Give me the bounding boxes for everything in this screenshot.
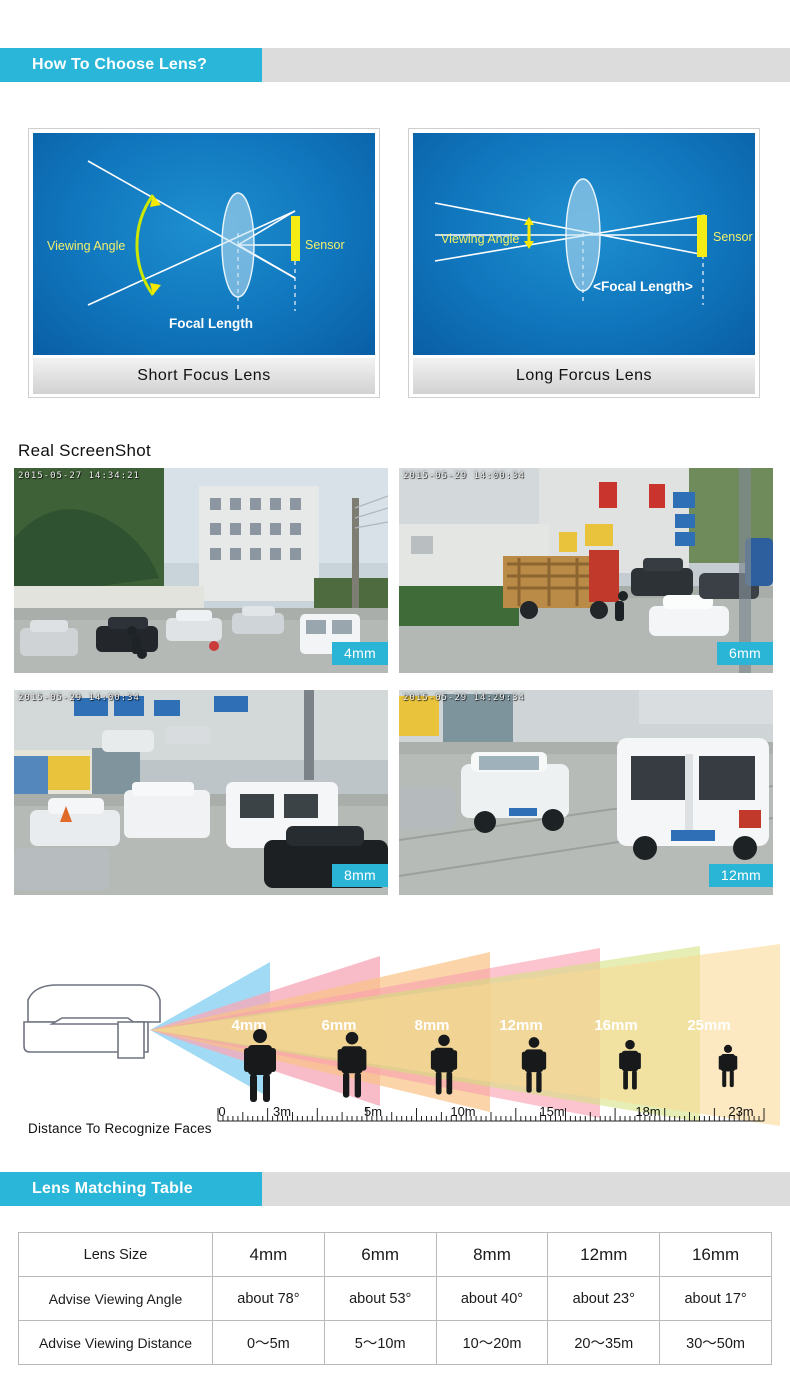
screenshot-thumb-12mm[interactable]: 2015-05-29 14:29:34 12mm (399, 690, 773, 895)
lens-diagram-row: Viewing Angle Sensor Focal Length Short … (0, 128, 790, 398)
lens-matching-table: Lens Size 4mm 6mm 8mm 12mm 16mm Advise V… (18, 1232, 772, 1365)
svg-text:10m: 10m (450, 1104, 475, 1119)
section-banner-choose-lens: How To Choose Lens? (0, 48, 790, 82)
table-cell: about 40° (435, 1276, 549, 1321)
svg-text:23m: 23m (728, 1104, 753, 1119)
table-cell: 20～35m (547, 1320, 661, 1365)
svg-text:18m: 18m (635, 1104, 660, 1119)
table-header-12mm: 12mm (547, 1232, 661, 1277)
coverage-label-8mm: 8mm (414, 1017, 449, 1034)
coverage-label-25mm: 25mm (687, 1017, 730, 1034)
screenshot-lens-badge-8mm: 8mm (331, 864, 388, 887)
table-header-lens-size: Lens Size (18, 1232, 213, 1277)
table-cell: 5～10m (323, 1320, 437, 1365)
diagram-short-focus-canvas: Viewing Angle Sensor Focal Length (33, 133, 375, 355)
table-cell: about 53° (323, 1276, 437, 1321)
diagram-long-focus-canvas: Viewing Angle Sensor <Focal Length> (413, 133, 755, 355)
coverage-label-16mm: 16mm (594, 1017, 637, 1034)
table-cell: about 17° (659, 1276, 772, 1321)
table-header-4mm: 4mm (212, 1232, 325, 1277)
screenshot-timestamp: 2015-05-29 14:00:34 (18, 693, 140, 703)
lens-matching-table-wrap: Lens Size 4mm 6mm 8mm 12mm 16mm Advise V… (18, 1232, 772, 1365)
screenshot-thumb-6mm[interactable]: 2015-05-29 14:00:34 6mm (399, 468, 773, 673)
table-row-header: Lens Size 4mm 6mm 8mm 12mm 16mm (18, 1232, 772, 1277)
screenshot-lens-badge-4mm: 4mm (331, 642, 388, 665)
section-title-real-screenshot: Real ScreenShot (18, 441, 152, 460)
screenshot-grid: 2015-05-27 14:34:21 4mm 2015-05-29 14:00… (0, 468, 790, 908)
svg-text:<Focal Length>: <Focal Length> (593, 279, 693, 294)
svg-text:Viewing Angle: Viewing Angle (441, 232, 519, 246)
screenshot-timestamp: 2015-05-29 14:29:34 (403, 693, 525, 703)
table-header-16mm: 16mm (659, 1232, 772, 1277)
table-cell: about 23° (547, 1276, 661, 1321)
coverage-label-6mm: 6mm (321, 1017, 356, 1034)
banner-title-matching-table: Lens Matching Table (32, 1180, 193, 1197)
banner-title-choose-lens: How To Choose Lens? (32, 56, 208, 73)
table-cell: about 78° (212, 1276, 325, 1321)
svg-text:Focal Length: Focal Length (169, 316, 253, 331)
table-rowlabel-viewing-angle: Advise Viewing Angle (18, 1276, 213, 1321)
screenshot-thumb-4mm[interactable]: 2015-05-27 14:34:21 4mm (14, 468, 388, 673)
table-cell: 10～20m (435, 1320, 549, 1365)
diagram-caption-long-focus: Long Forcus Lens (413, 358, 755, 394)
screenshot-thumb-8mm[interactable]: 2015-05-29 14:00:34 8mm (14, 690, 388, 895)
table-row: Advise Viewing Angle about 78° about 53°… (18, 1276, 772, 1321)
screenshot-lens-badge-12mm: 12mm (708, 864, 773, 887)
screenshot-lens-badge-6mm: 6mm (716, 642, 773, 665)
table-header-8mm: 8mm (435, 1232, 549, 1277)
table-cell: 0～5m (212, 1320, 325, 1365)
banner-tab-choose-lens: How To Choose Lens? (0, 48, 262, 82)
svg-text:Viewing Angle: Viewing Angle (47, 239, 125, 253)
diagram-short-focus-lens: Viewing Angle Sensor Focal Length Short … (28, 128, 380, 398)
screenshot-timestamp: 2015-05-27 14:34:21 (18, 471, 140, 481)
section-banner-matching-table: Lens Matching Table (0, 1172, 790, 1206)
diagram-caption-short-focus: Short Focus Lens (33, 358, 375, 394)
table-cell: 30～50m (659, 1320, 772, 1365)
screenshot-timestamp: 2015-05-29 14:00:34 (403, 471, 525, 481)
distance-axis-label: Distance To Recognize Faces (28, 1121, 212, 1136)
svg-text:0: 0 (218, 1104, 225, 1119)
svg-text:Sensor: Sensor (305, 238, 345, 252)
coverage-label-12mm: 12mm (499, 1017, 542, 1034)
table-rowlabel-viewing-distance: Advise Viewing Distance (18, 1320, 213, 1365)
table-row: Advise Viewing Distance 0～5m 5～10m 10～20… (18, 1320, 772, 1365)
table-header-6mm: 6mm (323, 1232, 437, 1277)
banner-tab-matching-table: Lens Matching Table (0, 1172, 262, 1206)
svg-text:Sensor: Sensor (713, 230, 753, 244)
bullet-camera-icon (23, 984, 161, 1059)
diagram-long-focus-lens: Viewing Angle Sensor <Focal Length> Long… (408, 128, 760, 398)
